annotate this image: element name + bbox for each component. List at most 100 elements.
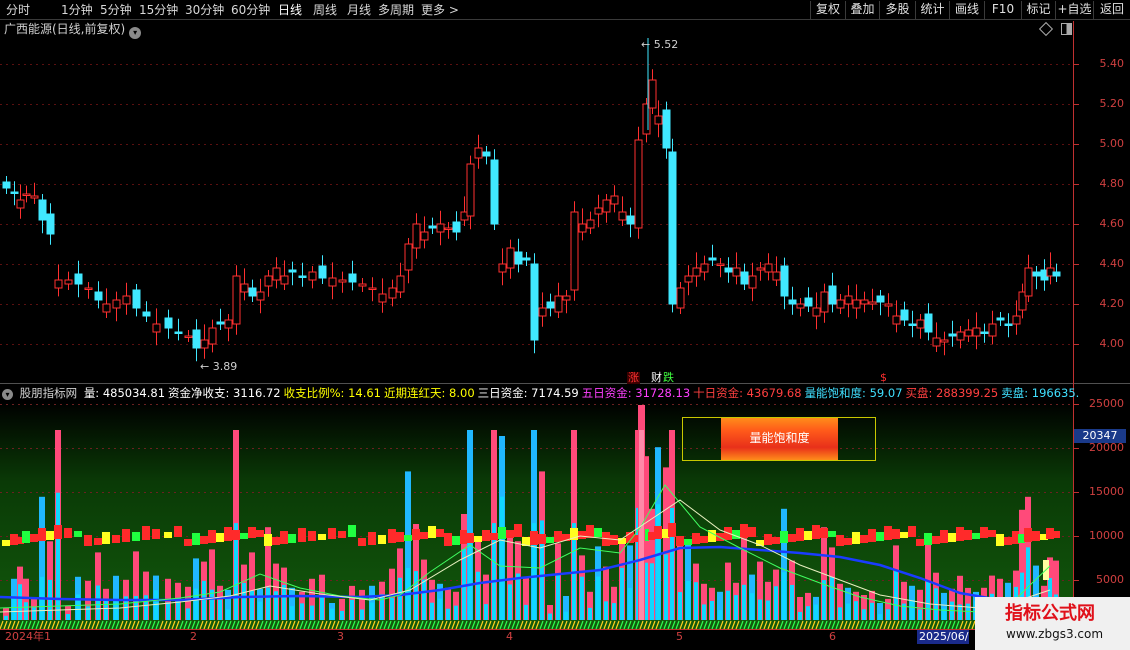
saturation-block [2,540,10,546]
candle-body [102,303,111,313]
volume-inner-bar [604,601,608,620]
saturation-block [972,533,980,539]
saturation-block [308,531,316,541]
volume-inner-bar [524,604,528,620]
saturation-block [796,528,804,541]
indicator-field-8: 买盘: 288399.25 [905,386,999,400]
saturation-block [868,529,876,542]
candle-body [224,319,233,329]
candle-body [164,317,173,329]
price-tick: 4.60 [1099,217,1125,230]
date-tick: 6 [829,630,836,643]
volume-inner-bar [830,577,834,620]
watermark-url: www.zbgs3.com [1006,627,1104,641]
saturation-block [328,528,336,539]
candle-body [732,267,741,277]
indicator-toggle-icon[interactable]: ▾ [2,389,13,400]
volume-inner-bar [12,598,16,620]
candle-body [208,327,217,345]
volume-inner-bar [790,584,794,620]
current-value-badge: 20347 [1074,429,1126,443]
candle-body [648,79,657,109]
volume-inner-bar [484,604,488,620]
indicator-field-4: 三日资金: 7174.59 [477,386,579,400]
volume-inner-bar [870,602,874,620]
saturation-block [538,534,546,544]
candle-body [618,211,627,221]
volume-inner-bar [250,590,254,620]
candle-body [700,263,709,273]
volume-inner-bar [612,603,616,620]
candle-body [562,295,571,301]
volume-inner-bar [838,607,842,620]
volume-inner-bar [176,598,180,620]
candle-body [980,331,989,334]
candle-body [74,273,83,285]
candle-body [200,339,209,349]
indicator-title-bar: ▾ 股朋指标网 量: 485034.81 资金净收支: 3116.72 收支比例%:… [2,385,1085,402]
saturation-block [916,539,924,546]
saturation-block [884,526,892,540]
watermark-title: 指标公式网 [1005,603,1095,624]
indicator-tick: 10000 [1089,529,1124,542]
volume-inner-bar [798,611,802,620]
saturation-block [38,528,46,541]
saturation-block [684,539,692,545]
candle-body [554,295,563,313]
volume-inner-bar [218,599,222,620]
legend-label: 量能饱和度 [749,431,810,445]
volume-inner-bar [894,570,898,620]
chart-canvas[interactable] [0,0,1130,650]
saturation-block [964,530,972,540]
indicator-field-1: 资金净收支: 3116.72 [168,386,281,400]
candle-body [174,331,183,334]
saturation-block [102,532,110,544]
candle-body [30,195,39,199]
candle-body [812,307,821,317]
event-tag-dollar: $ [880,371,887,384]
saturation-block [94,538,102,545]
candle-body [338,279,347,283]
candle-body [482,151,491,157]
volume-inner-bar [734,595,738,620]
candle-body [530,263,539,341]
candle-body [546,301,555,309]
indicator-tick: 25000 [1089,397,1124,410]
volume-inner-bar [742,584,746,620]
event-tag-cai: 财 [651,371,662,384]
volume-inner-bar [556,574,560,620]
candle-body [264,275,273,287]
candle-body [318,265,327,279]
saturation-block [772,537,780,544]
volume-inner-bar [330,608,334,620]
candle-body [900,309,909,321]
volume-inner-bar [854,601,858,620]
volume-inner-bar [814,604,818,620]
volume-inner-bar [370,602,374,620]
candle-body [610,195,619,205]
candle-body [972,327,981,337]
candle-body [884,303,893,307]
saturation-block [216,533,224,542]
volume-inner-bar [290,606,294,620]
candle-body [436,223,445,233]
saturation-block [676,536,684,546]
candle-body [668,151,677,305]
indicator-tick: 20000 [1089,441,1124,454]
saturation-block [836,535,844,546]
saturation-block [594,528,602,537]
candle-body [662,109,671,149]
candle-body [420,231,429,241]
date-tick: 4 [506,630,513,643]
candle-body [216,321,225,325]
saturation-block [232,530,240,540]
candle-body [940,339,949,343]
saturation-block [780,531,788,543]
volume-inner-bar [678,592,682,620]
volume-inner-bar [588,607,592,620]
saturation-block [318,534,326,540]
saturation-block [208,530,216,543]
volume-inner-bar [414,571,418,620]
volume-inner-bar [596,576,600,620]
indicator-tick: 5000 [1096,573,1124,586]
